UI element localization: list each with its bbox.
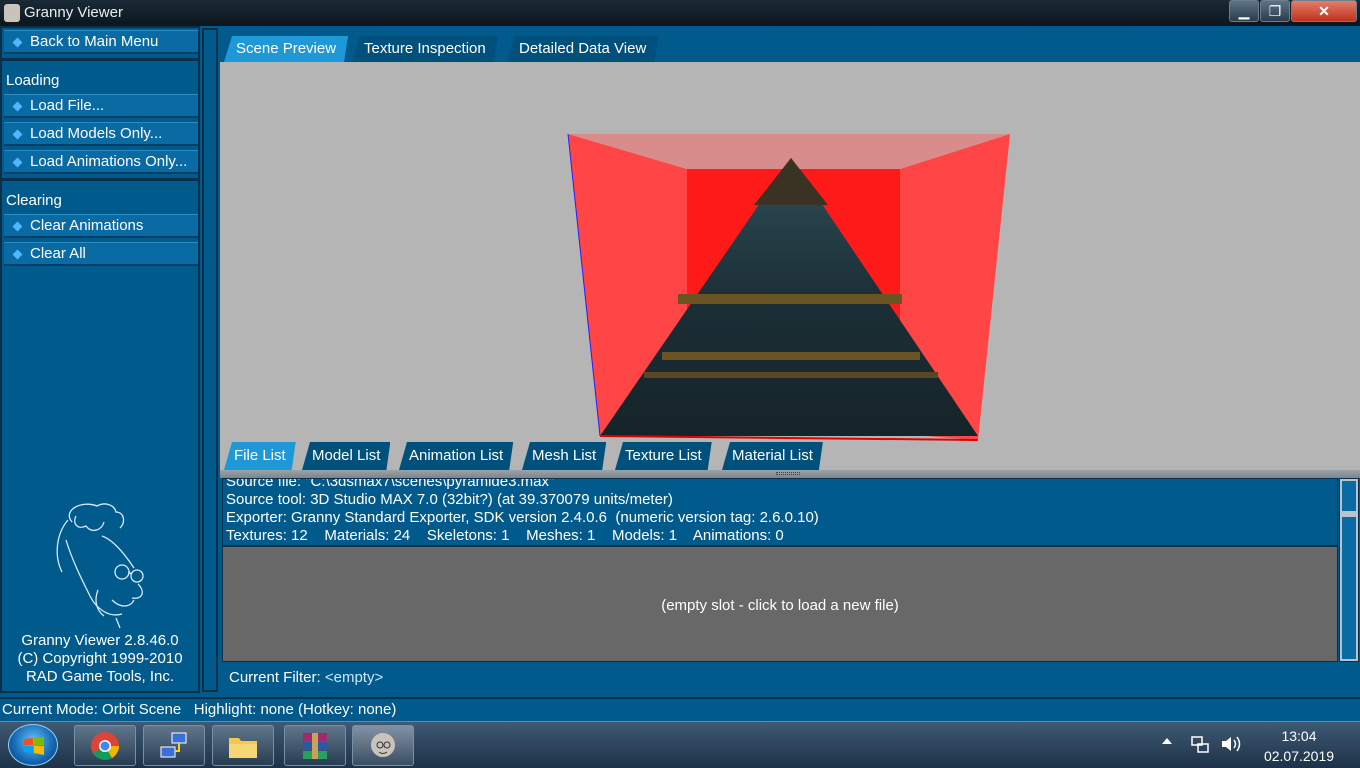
pyramid-scene — [567, 133, 1010, 441]
network-icon[interactable] — [1190, 734, 1210, 754]
source-tool-text: Source tool: 3D Studio MAX 7.0 (32bit?) … — [226, 491, 673, 508]
exporter-text: Exporter: Granny Standard Exporter, SDK … — [226, 509, 819, 526]
filter-bar: Current Filter: <empty> — [220, 663, 1360, 693]
title-bar: Granny Viewer ▁ ❐ ✕ — [0, 0, 1360, 26]
clear-animations-button[interactable]: Clear Animations — [4, 214, 198, 238]
bullet-icon — [12, 157, 23, 168]
bullet-icon — [12, 249, 23, 260]
tab-material-list[interactable]: Material List — [722, 442, 823, 470]
sidebar-scrollbar[interactable] — [202, 28, 218, 692]
top-tab-bar: Scene Preview Texture Inspection Detaile… — [220, 28, 1360, 62]
system-clock[interactable]: 13:04 02.07.2019 — [1254, 726, 1344, 766]
granny-viewer-icon — [371, 733, 395, 757]
version-text: Granny Viewer 2.8.46.0 — [21, 632, 179, 649]
folder-icon — [229, 738, 257, 758]
filter-label: Current Filter: — [229, 669, 321, 686]
scroll-thumb[interactable] — [1342, 517, 1356, 659]
file-list-panel: Source file: "C:\3dsmax7\scenes\pyramide… — [222, 478, 1338, 662]
scene-viewport[interactable] — [220, 62, 1360, 472]
divider — [2, 178, 198, 181]
load-animations-only-button[interactable]: Load Animations Only... — [4, 150, 198, 174]
granny-app-icon — [4, 4, 20, 22]
windows-logo-icon — [24, 737, 44, 755]
window-title: Granny Viewer — [24, 4, 123, 21]
pyramid-band — [662, 352, 920, 360]
loaded-file-entry[interactable]: Source file: "C:\3dsmax7\scenes\pyramide… — [223, 479, 1337, 547]
close-button[interactable]: ✕ — [1291, 0, 1357, 22]
divider — [2, 58, 198, 61]
load-models-only-button[interactable]: Load Models Only... — [4, 122, 198, 146]
maximize-button[interactable]: ❐ — [1260, 0, 1290, 22]
tab-model-list[interactable]: Model List — [302, 442, 390, 470]
counts-text: Textures: 12 Materials: 24 Skeletons: 1 … — [226, 527, 784, 544]
scroll-up-icon[interactable] — [1342, 481, 1356, 511]
granny-logo — [56, 503, 144, 629]
left-sidebar: Back to Main Menu Loading Load File... L… — [0, 26, 200, 693]
tab-detailed-data-view[interactable]: Detailed Data View — [507, 36, 658, 62]
minimize-button[interactable]: ▁ — [1229, 0, 1259, 22]
copyright-text: (C) Copyright 1999-2010 — [17, 650, 183, 667]
clock-date: 02.07.2019 — [1263, 748, 1335, 764]
taskbar-chrome[interactable] — [74, 725, 136, 766]
chrome-icon — [91, 732, 119, 760]
start-button[interactable] — [8, 724, 58, 766]
box-edge — [599, 435, 979, 441]
taskbar-winrar[interactable] — [284, 725, 346, 766]
bottom-tab-bar: File List Model List Animation List Mesh… — [220, 442, 1360, 472]
load-file-button[interactable]: Load File... — [4, 94, 198, 118]
winrar-icon — [303, 733, 327, 759]
empty-slot[interactable]: (empty slot - click to load a new file) — [223, 597, 1337, 614]
tab-scene-preview[interactable]: Scene Preview — [224, 36, 348, 62]
file-list-scrollbar[interactable] — [1339, 478, 1359, 662]
tab-texture-list[interactable]: Texture List — [615, 442, 712, 470]
bullet-icon — [12, 101, 23, 112]
taskbar-granny-viewer[interactable] — [352, 725, 414, 766]
loading-section-title: Loading — [6, 72, 60, 89]
bullet-icon — [12, 129, 23, 140]
status-bar: Current Mode: Orbit Scene Highlight: non… — [0, 697, 1360, 721]
pyramid-band — [678, 294, 902, 304]
splitter-grip-icon — [776, 472, 800, 475]
tab-mesh-list[interactable]: Mesh List — [522, 442, 606, 470]
clearing-section-title: Clearing — [6, 192, 62, 209]
bullet-icon — [12, 37, 23, 48]
tab-animation-list[interactable]: Animation List — [399, 442, 513, 470]
show-hidden-icons-icon[interactable] — [1162, 738, 1172, 744]
network-tool-icon — [160, 732, 187, 758]
filter-value[interactable]: <empty> — [325, 669, 383, 686]
clock-time: 13:04 — [1281, 728, 1317, 744]
tab-texture-inspection[interactable]: Texture Inspection — [352, 36, 498, 62]
bullet-icon — [12, 221, 23, 232]
back-to-main-menu-button[interactable]: Back to Main Menu — [4, 30, 198, 54]
clear-all-button[interactable]: Clear All — [4, 242, 198, 266]
panel-splitter[interactable] — [220, 470, 1360, 478]
source-file-text: Source file: "C:\3dsmax7\scenes\pyramide… — [226, 479, 555, 490]
tab-file-list[interactable]: File List — [224, 442, 296, 470]
volume-icon[interactable] — [1220, 734, 1242, 754]
company-text: RAD Game Tools, Inc. — [25, 668, 175, 685]
pyramid-band — [644, 372, 938, 378]
taskbar-explorer[interactable] — [212, 725, 274, 766]
taskbar-network-tool[interactable] — [143, 725, 205, 766]
taskbar: 13:04 02.07.2019 — [0, 721, 1360, 768]
